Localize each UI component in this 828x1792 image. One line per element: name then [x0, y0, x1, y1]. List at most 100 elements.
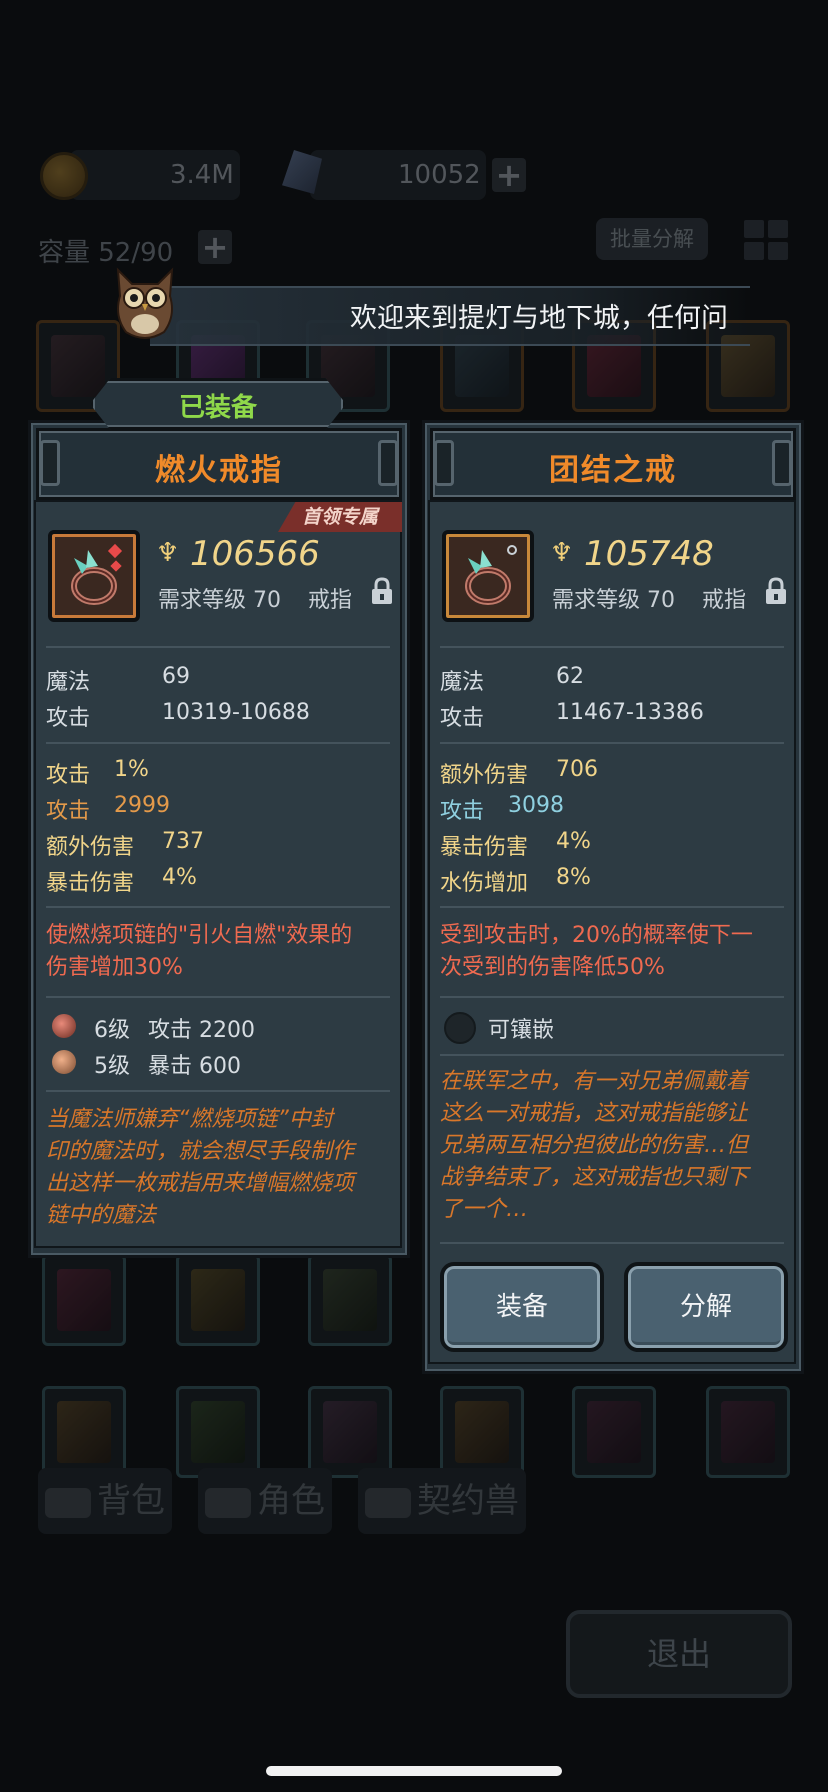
flavor-text-line: 兄弟两互相分担彼此的伤害…但 — [440, 1133, 749, 1158]
bonus-stat-value: 4% — [162, 865, 197, 890]
socket-label: 可镶嵌 — [488, 1018, 555, 1043]
corner-ornament — [378, 440, 398, 486]
batch-dismantle-button[interactable]: 批量分解 — [596, 218, 708, 260]
bonus-stat-label: 暴击伤害 — [440, 835, 529, 860]
item-type: 戒指 — [308, 588, 353, 613]
bonus-stat-label: 暴击伤害 — [46, 871, 135, 896]
equipped-item-header: 燃火戒指 — [36, 428, 402, 500]
divider — [46, 1090, 390, 1092]
coin-count: 3.4M — [170, 160, 234, 190]
bonus-stat-value: 2999 — [114, 793, 170, 818]
equip-button[interactable]: 装备 — [440, 1262, 604, 1352]
empty-socket-icon — [444, 1012, 476, 1044]
red-gem-icon — [52, 1014, 76, 1038]
special-effect-line: 次受到的伤害降低50% — [440, 955, 665, 980]
corner-ornament — [40, 440, 60, 486]
compare-item-name: 团结之戒 — [549, 453, 677, 488]
stat-label: 魔法 — [46, 670, 91, 695]
inventory-slot[interactable] — [42, 1386, 126, 1478]
corner-ornament — [434, 440, 454, 486]
add-gems-button[interactable]: + — [492, 158, 526, 192]
grid-view-icon[interactable] — [744, 220, 788, 260]
amber-gem-icon — [52, 1050, 76, 1074]
boss-exclusive-tag: 首领专属 — [278, 502, 402, 532]
gem-stat: 暴击 600 — [148, 1054, 241, 1079]
special-effect-line: 使燃烧项链的"引火自燃"效果的 — [46, 923, 353, 948]
bonus-stat-label: 额外伤害 — [440, 763, 529, 788]
flavor-text-line: 战争结束了，这对戒指也只剩下 — [440, 1165, 749, 1190]
unity-ring-icon — [442, 530, 534, 622]
divider — [46, 646, 390, 648]
dismantle-button[interactable]: 分解 — [624, 1262, 788, 1352]
equipped-item-name: 燃火戒指 — [155, 453, 283, 488]
stat-label: 攻击 — [440, 706, 485, 731]
bonus-stat-label: 水伤增加 — [440, 871, 529, 896]
inventory-slot[interactable] — [440, 1386, 524, 1478]
gem-level: 6级 — [94, 1018, 130, 1043]
compare-item-header: 团结之戒 — [430, 428, 796, 500]
special-effect-line: 伤害增加30% — [46, 955, 183, 980]
power-score: 105748 — [584, 534, 714, 574]
stat-value: 62 — [556, 664, 584, 689]
bonus-stat-value: 4% — [556, 829, 591, 854]
tab-pets[interactable]: 契约兽 — [358, 1468, 526, 1534]
special-effect-line: 受到攻击时，20%的概率使下一 — [440, 923, 753, 948]
inventory-slot[interactable] — [42, 1254, 126, 1346]
home-indicator[interactable] — [266, 1766, 562, 1776]
owl-mascot-icon — [116, 267, 174, 339]
inventory-slot[interactable] — [176, 1254, 260, 1346]
stat-label: 魔法 — [440, 670, 485, 695]
flavor-text-line: 印的魔法时，就会想尽手段制作 — [46, 1139, 355, 1164]
inventory-slot[interactable] — [176, 1386, 260, 1478]
divider — [440, 742, 784, 744]
bonus-stat-value: 737 — [162, 829, 204, 854]
power-score: 106566 — [190, 534, 320, 574]
expand-capacity-button[interactable]: + — [198, 230, 232, 264]
bonus-stat-value: 1% — [114, 757, 149, 782]
divider — [46, 906, 390, 908]
bonus-stat-value: 3098 — [508, 793, 564, 818]
bonus-stat-label: 额外伤害 — [46, 835, 135, 860]
paw-icon — [365, 1487, 411, 1518]
flavor-text-line: 在联军之中，有一对兄弟佩戴着 — [440, 1069, 749, 1094]
bonus-stat-value: 8% — [556, 865, 591, 890]
stat-value: 11467-13386 — [556, 700, 704, 725]
power-icon: ♆ — [156, 538, 180, 568]
fire-ring-icon — [48, 530, 140, 622]
level-requirement: 需求等级 70 — [552, 588, 675, 613]
flavor-text-line: 了一个… — [440, 1197, 529, 1222]
flavor-text-line: 这么一对戒指，这对戒指能够让 — [440, 1101, 749, 1126]
equipped-badge: 已装备 — [90, 378, 346, 430]
exit-button[interactable]: 退出 — [566, 1610, 792, 1698]
inventory-slot[interactable] — [308, 1254, 392, 1346]
stat-value: 69 — [162, 664, 190, 689]
gem-count: 10052 — [398, 160, 481, 190]
helmet-icon — [205, 1487, 251, 1518]
divider — [46, 742, 390, 744]
lock-icon[interactable] — [370, 576, 394, 606]
divider — [440, 646, 784, 648]
divider — [46, 996, 390, 998]
inventory-slot[interactable] — [706, 1386, 790, 1478]
power-icon: ♆ — [550, 538, 574, 568]
gem-level: 5级 — [94, 1054, 130, 1079]
flavor-text-line: 当魔法师嫌弃“燃烧项链”中封 — [46, 1107, 333, 1132]
tab-character[interactable]: 角色 — [198, 1468, 332, 1534]
capacity-label: 容量 52/90 — [38, 238, 174, 268]
gem-stat: 攻击 2200 — [148, 1018, 255, 1043]
bonus-stat-value: 706 — [556, 757, 598, 782]
divider — [440, 906, 784, 908]
divider — [440, 1242, 784, 1244]
welcome-text: 欢迎来到提灯与地下城，任何问 — [350, 303, 728, 334]
tab-backpack[interactable]: 背包 — [38, 1468, 172, 1534]
inventory-slot[interactable] — [308, 1386, 392, 1478]
level-requirement: 需求等级 70 — [158, 588, 281, 613]
divider — [440, 1054, 784, 1056]
bonus-stat-label: 攻击 — [46, 799, 91, 824]
inventory-slot[interactable] — [572, 1386, 656, 1478]
stat-value: 10319-10688 — [162, 700, 310, 725]
coin-icon — [40, 152, 88, 200]
bonus-stat-label: 攻击 — [440, 799, 485, 824]
lock-icon[interactable] — [764, 576, 788, 606]
bag-icon — [45, 1487, 91, 1518]
